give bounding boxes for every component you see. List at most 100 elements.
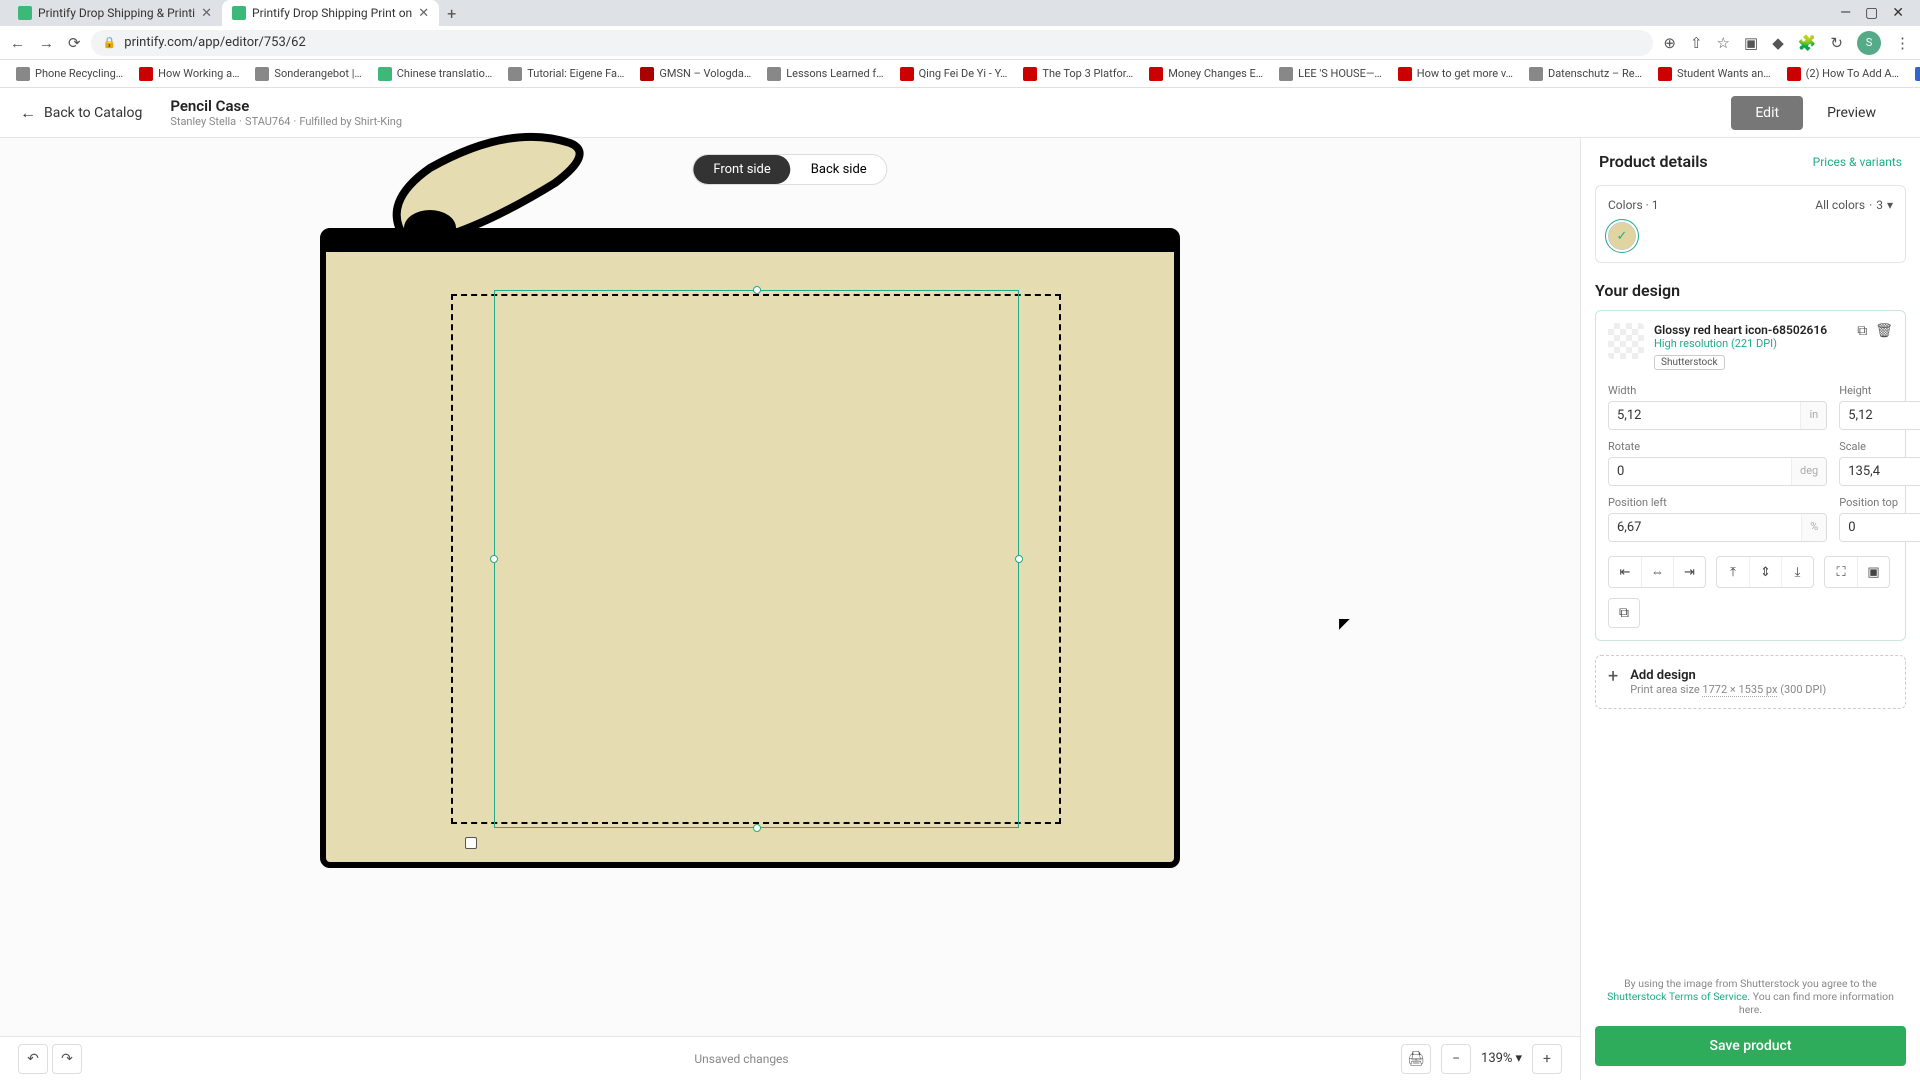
undo-button[interactable]: ↶ xyxy=(18,1044,48,1074)
all-colors-dropdown[interactable]: All colors · 3 ▾ xyxy=(1815,198,1893,212)
extension-icon[interactable]: ▣ xyxy=(1744,34,1758,52)
design-selection[interactable] xyxy=(494,290,1019,828)
minimize-icon[interactable]: — xyxy=(1840,5,1851,21)
back-side-button[interactable]: Back side xyxy=(791,155,887,184)
align-hcenter-button[interactable]: ⇔ xyxy=(1641,557,1673,587)
bookmark-item[interactable]: Student Wants an… xyxy=(1652,67,1777,81)
scale-input[interactable] xyxy=(1840,458,1920,485)
back-to-catalog-button[interactable]: ← Back to Catalog xyxy=(20,103,142,123)
share-icon[interactable]: ⇧ xyxy=(1690,34,1703,52)
add-design-title: Add design xyxy=(1630,668,1826,683)
right-panel: Product details Prices & variants Colors… xyxy=(1580,138,1920,1080)
add-design-subtitle: Print area size 1772 × 1535 px (300 DPI) xyxy=(1630,683,1826,696)
close-icon[interactable]: ✕ xyxy=(418,6,429,21)
bookmark-item[interactable]: Datenschutz – Re… xyxy=(1523,67,1648,81)
favicon xyxy=(18,6,32,20)
align-left-button[interactable]: ⇤ xyxy=(1609,557,1641,587)
duplicate-layer-icon[interactable]: ⧉ xyxy=(1857,323,1867,339)
prices-variants-link[interactable]: Prices & variants xyxy=(1813,155,1902,169)
profile-avatar[interactable]: S xyxy=(1857,31,1881,55)
close-window-icon[interactable]: ✕ xyxy=(1892,5,1904,21)
bookmark-item[interactable]: Qing Fei De Yi - Y… xyxy=(894,67,1014,81)
scale-label: Scale xyxy=(1839,440,1920,453)
align-bottom-button[interactable]: ⤓ xyxy=(1781,557,1813,587)
rotate-input[interactable] xyxy=(1609,458,1791,485)
forward-icon[interactable]: → xyxy=(39,34,54,52)
extensions-menu-icon[interactable]: 🧩 xyxy=(1798,34,1817,52)
bookmark-item[interactable]: Chinese translatio… xyxy=(372,67,498,81)
new-tab-button[interactable]: + xyxy=(439,4,464,23)
delete-layer-icon[interactable]: 🗑 xyxy=(1875,323,1893,339)
bookmark-item[interactable]: How to get more v… xyxy=(1392,67,1519,81)
translate-icon[interactable]: ⊕ xyxy=(1663,34,1676,52)
color-swatch[interactable]: ✓ xyxy=(1608,222,1636,250)
vertical-align-group: ⤒ ⇕ ⤓ xyxy=(1716,556,1814,588)
align-top-button[interactable]: ⤒ xyxy=(1717,557,1749,587)
back-icon[interactable]: ← xyxy=(10,34,25,52)
bookmark-item[interactable]: GMSN – Vologda… xyxy=(634,67,757,81)
lock-icon: 🔒 xyxy=(103,36,117,49)
preview-tab[interactable]: Preview xyxy=(1803,96,1900,130)
colors-label: Colors · 1 xyxy=(1608,198,1659,212)
add-design-button[interactable]: + Add design Print area size 1772 × 1535… xyxy=(1595,655,1906,709)
bookmark-item[interactable]: LEE 'S HOUSE—… xyxy=(1273,67,1388,81)
height-label: Height xyxy=(1839,384,1920,397)
layer-thumbnail[interactable] xyxy=(1608,323,1644,359)
close-icon[interactable]: ✕ xyxy=(201,6,212,21)
position-left-input[interactable] xyxy=(1609,514,1801,541)
copy-to-sides-button[interactable]: ⧉ xyxy=(1608,598,1640,628)
bookmark-item[interactable]: Phone Recycling… xyxy=(10,67,129,81)
position-top-input[interactable] xyxy=(1840,514,1920,541)
front-side-button[interactable]: Front side xyxy=(693,155,790,184)
fill-button[interactable]: ▣ xyxy=(1857,557,1889,587)
print-preview-button[interactable]: 🖨 xyxy=(1401,1044,1431,1074)
bookmark-item[interactable]: How Working a… xyxy=(133,67,245,81)
bookmark-favicon xyxy=(1658,67,1672,81)
browser-tab[interactable]: Printify Drop Shipping & Printi ✕ xyxy=(8,0,222,26)
bookmark-item[interactable]: Tutorial: Eigene Fa… xyxy=(502,67,630,81)
bookmark-item[interactable]: Money Changes E… xyxy=(1143,67,1269,81)
shutterstock-tos-link[interactable]: Shutterstock Terms of Service xyxy=(1607,990,1747,1003)
width-input[interactable] xyxy=(1609,402,1800,429)
unit-label: in xyxy=(1800,402,1826,429)
height-input[interactable] xyxy=(1840,402,1920,429)
address-bar[interactable]: 🔒 printify.com/app/editor/753/62 xyxy=(91,30,1654,56)
zoom-out-button[interactable]: − xyxy=(1441,1044,1471,1074)
menu-icon[interactable]: ⋮ xyxy=(1895,34,1910,52)
bookmark-item[interactable]: The Top 3 Platfor… xyxy=(1017,67,1139,81)
align-vcenter-button[interactable]: ⇕ xyxy=(1749,557,1781,587)
bookmark-favicon xyxy=(16,67,30,81)
star-icon[interactable]: ☆ xyxy=(1717,34,1730,52)
zoom-level-dropdown[interactable]: 139% ▾ xyxy=(1477,1051,1526,1066)
extension-icon[interactable]: ◆ xyxy=(1772,34,1784,52)
fit-button[interactable]: ⛶ xyxy=(1825,557,1857,587)
edit-tab[interactable]: Edit xyxy=(1731,96,1803,130)
rotate-handle[interactable] xyxy=(465,837,477,849)
resize-handle-s[interactable] xyxy=(753,824,761,832)
bookmark-item[interactable]: Sonderangebot |… xyxy=(249,67,367,81)
shutterstock-disclaimer: By using the image from Shutterstock you… xyxy=(1595,977,1906,1016)
resize-handle-n[interactable] xyxy=(753,286,761,294)
bookmark-item[interactable]: Download – Cooki… xyxy=(1909,67,1920,81)
bookmark-item[interactable]: Lessons Learned f… xyxy=(761,67,889,81)
width-label: Width xyxy=(1608,384,1827,397)
align-right-button[interactable]: ⇥ xyxy=(1673,557,1705,587)
updates-icon[interactable]: ↻ xyxy=(1830,34,1843,52)
resize-handle-e[interactable] xyxy=(1015,555,1023,563)
zipper-pull-icon xyxy=(370,113,600,243)
bookmark-item[interactable]: (2) How To Add A… xyxy=(1781,67,1905,81)
resize-handle-w[interactable] xyxy=(490,555,498,563)
save-product-button[interactable]: Save product xyxy=(1595,1026,1906,1066)
app-header: ← Back to Catalog Pencil Case Stanley St… xyxy=(0,88,1920,138)
redo-button[interactable]: ↷ xyxy=(52,1044,82,1074)
product-title: Pencil Case xyxy=(170,97,402,115)
zoom-in-button[interactable]: + xyxy=(1532,1044,1562,1074)
favicon xyxy=(232,6,246,20)
reload-icon[interactable]: ⟳ xyxy=(68,34,81,52)
browser-tab[interactable]: Printify Drop Shipping Print on ✕ xyxy=(222,0,439,26)
bookmark-favicon xyxy=(640,67,654,81)
tab-title: Printify Drop Shipping Print on xyxy=(252,6,412,20)
tab-strip: Printify Drop Shipping & Printi ✕ Printi… xyxy=(0,0,1920,26)
canvas-area[interactable]: Front side Back side ◤ xyxy=(0,138,1580,1080)
maximize-icon[interactable]: ▢ xyxy=(1865,5,1878,21)
